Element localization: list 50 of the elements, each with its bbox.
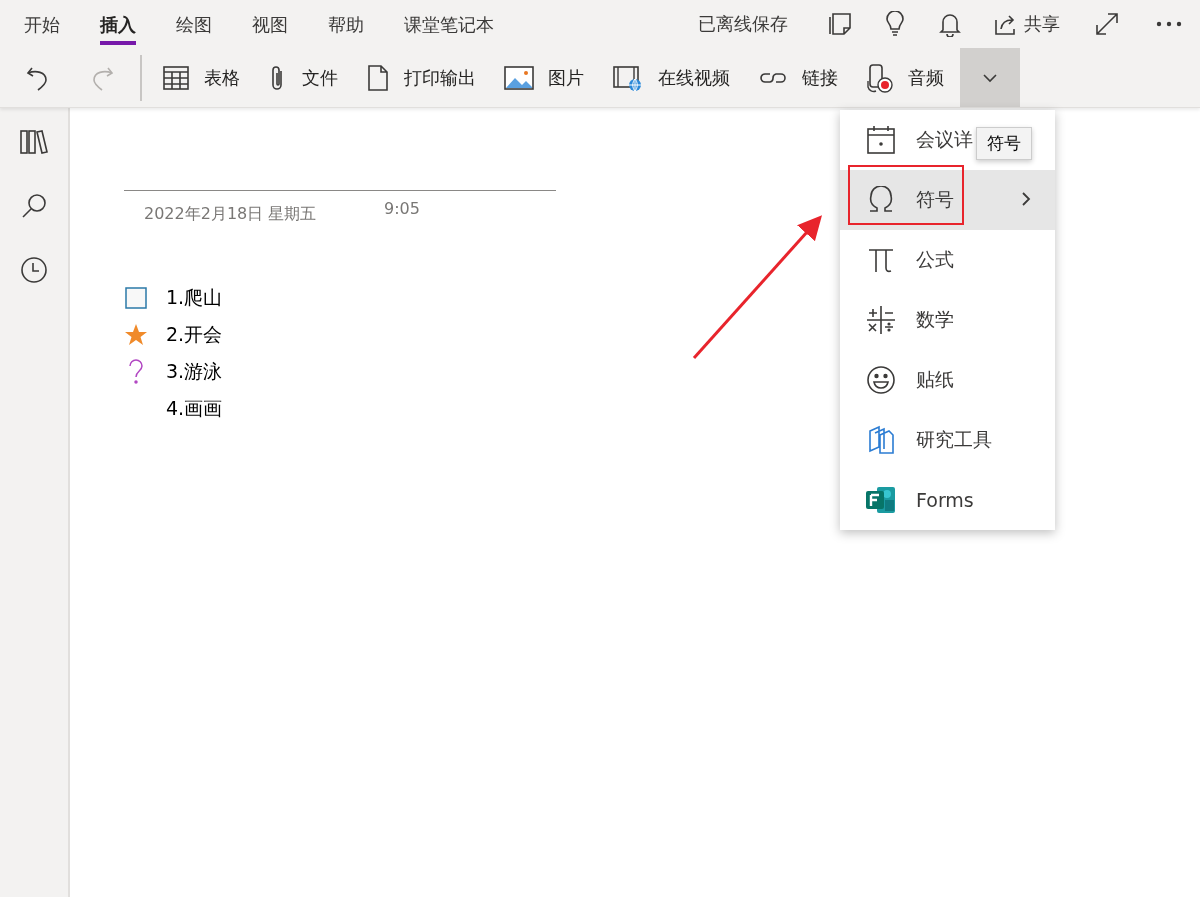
todo-checkbox[interactable] [125, 287, 147, 309]
expand-icon[interactable] [1094, 11, 1120, 37]
ribbon-tab[interactable]: 绘图 [156, 3, 232, 45]
notebooks-icon[interactable] [19, 128, 49, 156]
microphone-record-icon [866, 62, 894, 93]
table-icon [162, 63, 190, 92]
books-icon [867, 425, 895, 455]
forms-icon [865, 485, 897, 515]
lightbulb-icon[interactable] [884, 11, 906, 37]
toolbar-button[interactable]: 图片 [490, 48, 598, 107]
toolbar-button[interactable]: 链接 [744, 48, 852, 107]
note-date: 2022年2月18日 星期五 [144, 204, 318, 225]
share-button[interactable]: 共享 [984, 6, 1070, 42]
chevron-down-icon [981, 71, 999, 84]
toolbar-button[interactable]: 打印输出 [352, 48, 490, 107]
ribbon-tab[interactable]: 帮助 [308, 3, 384, 45]
video-globe-icon [612, 63, 644, 92]
bell-icon[interactable] [938, 11, 962, 37]
search-icon[interactable] [20, 192, 48, 220]
more-icon[interactable] [1156, 20, 1182, 28]
ribbon-tab[interactable]: 课堂笔记本 [384, 3, 514, 45]
calendar-icon [866, 125, 896, 155]
ribbon-tab[interactable]: 插入 [80, 3, 156, 45]
omega-icon [867, 186, 895, 214]
pi-icon [867, 246, 895, 274]
note-item: 1.爬山 [166, 285, 223, 310]
toolbar-button[interactable]: 文件 [254, 48, 352, 107]
menu-item[interactable]: Forms [840, 470, 1055, 530]
menu-item[interactable]: 数学 [840, 290, 1055, 350]
toolbar-button[interactable]: 表格 [148, 48, 254, 107]
save-status: 已离线保存 [698, 12, 788, 36]
menu-item[interactable]: 研究工具 [840, 410, 1055, 470]
recent-clock-icon[interactable] [20, 256, 48, 284]
sticky-note-icon[interactable] [828, 12, 852, 36]
share-icon [994, 12, 1018, 36]
menu-item[interactable]: 贴纸 [840, 350, 1055, 410]
tooltip: 符号 [976, 127, 1032, 160]
document-icon [366, 63, 390, 92]
ribbon-tab[interactable]: 视图 [232, 3, 308, 45]
note-item: 3.游泳 [166, 359, 223, 384]
image-icon [504, 64, 534, 91]
note-time: 9:05 [384, 199, 420, 220]
smiley-icon [866, 365, 896, 395]
note-item: 2.开会 [166, 322, 223, 347]
note-item: 4.画画 [166, 396, 223, 421]
ribbon-tab[interactable]: 开始 [4, 3, 80, 45]
toolbar-button[interactable]: 在线视频 [598, 48, 744, 107]
math-operators-icon [866, 305, 896, 335]
toolbar-button[interactable]: 音频 [852, 48, 958, 107]
menu-item[interactable]: 公式 [840, 230, 1055, 290]
